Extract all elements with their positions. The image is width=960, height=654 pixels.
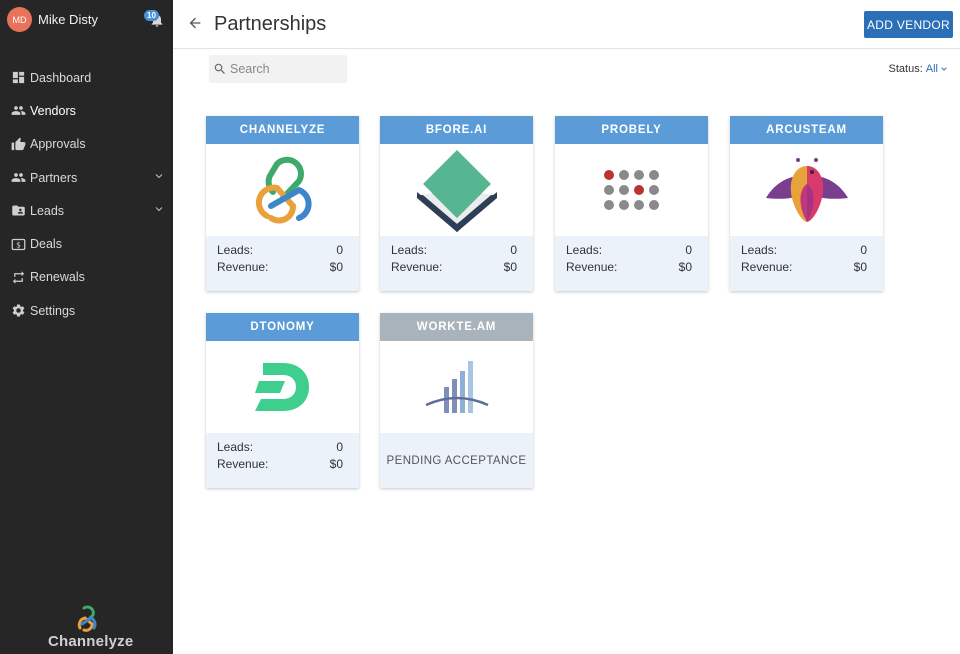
sidebar-item-label: Deals (30, 237, 62, 252)
search-input[interactable] (230, 62, 340, 76)
bfore-ai-logo (380, 144, 533, 236)
dtonomy-logo (206, 341, 359, 433)
brand-logo: Channelyze (48, 604, 134, 650)
workte-am-logo (380, 341, 533, 433)
revenue-label: Revenue: (391, 259, 443, 274)
vendor-card-dtonomy[interactable]: DTONOMY Leads: 0 Revenue: $0 (206, 313, 359, 488)
channelyze-logo (206, 144, 359, 236)
sidebar-item-label: Renewals (30, 270, 85, 285)
dollar-icon: $ (11, 237, 26, 252)
vendor-stats: Leads: 0 Revenue: $0 (555, 236, 708, 291)
revenue-value: $0 (329, 456, 343, 471)
revenue-label: Revenue: (566, 259, 618, 274)
notification-badge: 10 (144, 10, 159, 21)
leads-value: 0 (336, 439, 343, 454)
brand-name: Channelyze (48, 633, 134, 650)
svg-text:$: $ (16, 240, 21, 249)
sidebar-item-dashboard[interactable]: Dashboard (0, 61, 173, 94)
vendor-name: DTONOMY (206, 313, 359, 341)
leads-label: Leads: (217, 242, 254, 257)
sidebar-item-label: Partners (30, 170, 78, 185)
channelyze-logo-icon (77, 605, 97, 632)
sidebar-item-vendors[interactable]: Vendors (0, 94, 173, 127)
vendor-name: BFORE.AI (380, 116, 533, 144)
pending-acceptance-status: PENDING ACCEPTANCE (380, 433, 533, 488)
vendor-card-channelyze[interactable]: CHANNELYZE Leads: 0 Revenue: $0 (206, 116, 359, 291)
revenue-value: $0 (853, 259, 867, 274)
page-header: Partnerships ADD VENDOR (173, 0, 960, 49)
add-vendor-button[interactable]: ADD VENDOR (864, 11, 953, 38)
folder-icon (11, 203, 26, 218)
sidebar-item-label: Vendors (30, 103, 76, 118)
leads-value: 0 (860, 242, 867, 257)
leads-label: Leads: (566, 242, 603, 257)
avatar[interactable]: MD (7, 7, 32, 32)
vendor-stats: Leads: 0 Revenue: $0 (380, 236, 533, 291)
arcusteam-logo (730, 144, 883, 236)
status-label: Status: (888, 63, 923, 75)
sidebar-item-partners[interactable]: Partners (0, 161, 173, 194)
user-profile[interactable]: MD Mike Disty (7, 7, 98, 32)
thumbs-up-icon (11, 137, 26, 152)
probely-logo (555, 144, 708, 236)
search-icon (214, 63, 225, 74)
gear-icon (11, 303, 26, 318)
vendor-card-workte-am[interactable]: WORKTE.AM PENDING ACCEPTANCE (380, 313, 533, 488)
sidebar-nav: Dashboard Vendors Approvals Partners Lea… (0, 61, 173, 327)
vendor-name: ARCUSTEAM (730, 116, 883, 144)
leads-value: 0 (685, 242, 692, 257)
revenue-value: $0 (503, 259, 517, 274)
dashboard-icon (11, 70, 26, 85)
status-filter[interactable]: Status: All (889, 63, 948, 75)
user-name[interactable]: Mike Disty (38, 12, 98, 27)
people-icon (11, 103, 26, 118)
repeat-icon (11, 270, 26, 285)
sidebar-item-label: Approvals (30, 137, 86, 152)
revenue-value: $0 (329, 259, 343, 274)
chevron-down-icon[interactable] (153, 170, 165, 182)
vendor-stats: Leads: 0 Revenue: $0 (730, 236, 883, 291)
search-box[interactable] (209, 55, 347, 83)
sidebar-item-label: Dashboard (30, 70, 92, 85)
chevron-down-icon[interactable] (153, 203, 165, 215)
chevron-down-icon[interactable] (940, 65, 948, 73)
revenue-label: Revenue: (741, 259, 793, 274)
sidebar-item-deals[interactable]: $ Deals (0, 227, 173, 260)
page-title: Partnerships (214, 13, 327, 35)
sidebar-item-approvals[interactable]: Approvals (0, 128, 173, 161)
leads-value: 0 (336, 242, 343, 257)
leads-label: Leads: (741, 242, 778, 257)
sidebar: MD Mike Disty 10 Dashboard Vendors Appro… (0, 0, 173, 654)
leads-label: Leads: (391, 242, 428, 257)
vendor-card-bfore-ai[interactable]: BFORE.AI Leads: 0 Revenue: $0 (380, 116, 533, 291)
people-icon (11, 170, 26, 185)
sidebar-item-settings[interactable]: Settings (0, 294, 173, 327)
sidebar-item-label: Leads (30, 203, 65, 218)
vendor-name: PROBELY (555, 116, 708, 144)
sidebar-item-label: Settings (30, 303, 76, 318)
revenue-label: Revenue: (217, 456, 269, 471)
status-value[interactable]: All (926, 63, 938, 75)
leads-label: Leads: (217, 439, 254, 454)
vendor-stats: Leads: 0 Revenue: $0 (206, 236, 359, 291)
vendor-card-probely[interactable]: PROBELY Leads: 0 Revenue: $0 (555, 116, 708, 291)
leads-value: 0 (510, 242, 517, 257)
sidebar-item-leads[interactable]: Leads (0, 194, 173, 227)
revenue-value: $0 (678, 259, 692, 274)
vendor-card-arcusteam[interactable]: ARCUSTEAM Leads: 0 Revenue: $0 (730, 116, 883, 291)
back-arrow-icon[interactable] (187, 15, 203, 31)
vendor-stats: Leads: 0 Revenue: $0 (206, 433, 359, 488)
revenue-label: Revenue: (217, 259, 269, 274)
vendor-name: CHANNELYZE (206, 116, 359, 144)
sidebar-item-renewals[interactable]: Renewals (0, 261, 173, 294)
vendor-name: WORKTE.AM (380, 313, 533, 341)
